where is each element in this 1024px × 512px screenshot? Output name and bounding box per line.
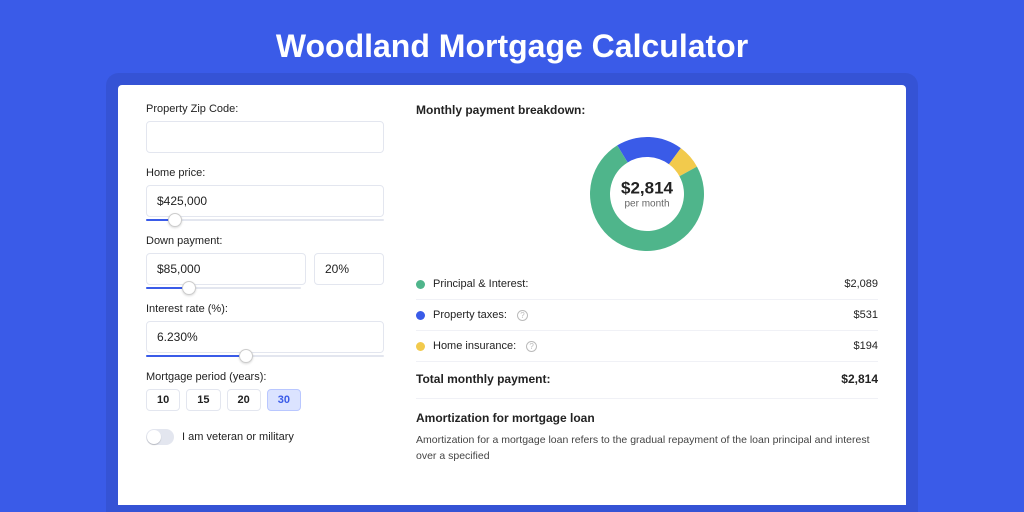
zip-input[interactable] bbox=[146, 121, 384, 153]
donut-sub: per month bbox=[621, 199, 673, 210]
info-icon[interactable]: ? bbox=[517, 310, 528, 321]
period-option-10[interactable]: 10 bbox=[146, 389, 180, 411]
amortization-block: Amortization for mortgage loan Amortizat… bbox=[416, 398, 878, 465]
interest-rate-slider-fill bbox=[146, 355, 246, 357]
home-price-slider[interactable] bbox=[146, 219, 384, 221]
veteran-label: I am veteran or military bbox=[182, 431, 294, 443]
legend-label: Home insurance: bbox=[433, 340, 516, 352]
legend-label: Property taxes: bbox=[433, 309, 507, 321]
interest-rate-label: Interest rate (%): bbox=[146, 303, 384, 315]
legend-dot bbox=[416, 311, 425, 320]
total-value: $2,814 bbox=[841, 372, 878, 386]
legend-value: $194 bbox=[854, 340, 878, 352]
donut-center: $2,814 per month bbox=[621, 179, 673, 210]
legend-row: Principal & Interest: $2,089 bbox=[416, 269, 878, 300]
period-option-20[interactable]: 20 bbox=[227, 389, 261, 411]
legend-left: Home insurance:? bbox=[416, 340, 537, 352]
legend-label: Principal & Interest: bbox=[433, 278, 528, 290]
home-price-slider-thumb[interactable] bbox=[168, 213, 182, 227]
inputs-panel: Property Zip Code: Home price: Down paym… bbox=[146, 103, 384, 505]
zip-group: Property Zip Code: bbox=[146, 103, 384, 153]
down-payment-slider-thumb[interactable] bbox=[182, 281, 196, 295]
donut-wrap: $2,814 per month bbox=[416, 127, 878, 269]
down-payment-slider[interactable] bbox=[146, 287, 301, 289]
period-segmented: 10 15 20 30 bbox=[146, 389, 384, 411]
breakdown-title: Monthly payment breakdown: bbox=[416, 103, 878, 117]
calculator-card: Property Zip Code: Home price: Down paym… bbox=[118, 85, 906, 505]
interest-rate-slider-thumb[interactable] bbox=[239, 349, 253, 363]
legend-left: Property taxes:? bbox=[416, 309, 528, 321]
donut-amount: $2,814 bbox=[621, 179, 673, 199]
donut-chart: $2,814 per month bbox=[586, 133, 708, 255]
down-payment-amount-input[interactable] bbox=[146, 253, 306, 285]
period-option-30[interactable]: 30 bbox=[267, 389, 301, 411]
period-group: Mortgage period (years): 10 15 20 30 bbox=[146, 371, 384, 411]
down-payment-rate-input[interactable] bbox=[314, 253, 384, 285]
interest-rate-slider[interactable] bbox=[146, 355, 384, 357]
period-option-15[interactable]: 15 bbox=[186, 389, 220, 411]
total-row: Total monthly payment: $2,814 bbox=[416, 362, 878, 398]
donut-slice bbox=[617, 137, 681, 164]
period-label: Mortgage period (years): bbox=[146, 371, 384, 383]
legend-dot bbox=[416, 342, 425, 351]
page-title: Woodland Mortgage Calculator bbox=[0, 0, 1024, 85]
total-label: Total monthly payment: bbox=[416, 372, 550, 386]
home-price-input[interactable] bbox=[146, 185, 384, 217]
legend: Principal & Interest: $2,089 Property taxe… bbox=[416, 269, 878, 362]
legend-row: Home insurance:? $194 bbox=[416, 331, 878, 362]
home-price-group: Home price: bbox=[146, 167, 384, 221]
amortization-text: Amortization for a mortgage loan refers … bbox=[416, 433, 878, 465]
legend-dot bbox=[416, 280, 425, 289]
home-price-label: Home price: bbox=[146, 167, 384, 179]
down-payment-label: Down payment: bbox=[146, 235, 384, 247]
legend-left: Principal & Interest: bbox=[416, 278, 528, 290]
breakdown-panel: Monthly payment breakdown: $2,814 per mo… bbox=[416, 103, 878, 505]
legend-value: $2,089 bbox=[844, 278, 878, 290]
veteran-row: I am veteran or military bbox=[146, 429, 384, 445]
legend-row: Property taxes:? $531 bbox=[416, 300, 878, 331]
down-payment-group: Down payment: bbox=[146, 235, 384, 289]
info-icon[interactable]: ? bbox=[526, 341, 537, 352]
veteran-toggle-knob bbox=[147, 430, 161, 444]
interest-rate-input[interactable] bbox=[146, 321, 384, 353]
zip-label: Property Zip Code: bbox=[146, 103, 384, 115]
interest-rate-group: Interest rate (%): bbox=[146, 303, 384, 357]
legend-value: $531 bbox=[854, 309, 878, 321]
amortization-title: Amortization for mortgage loan bbox=[416, 411, 878, 425]
veteran-toggle[interactable] bbox=[146, 429, 174, 445]
